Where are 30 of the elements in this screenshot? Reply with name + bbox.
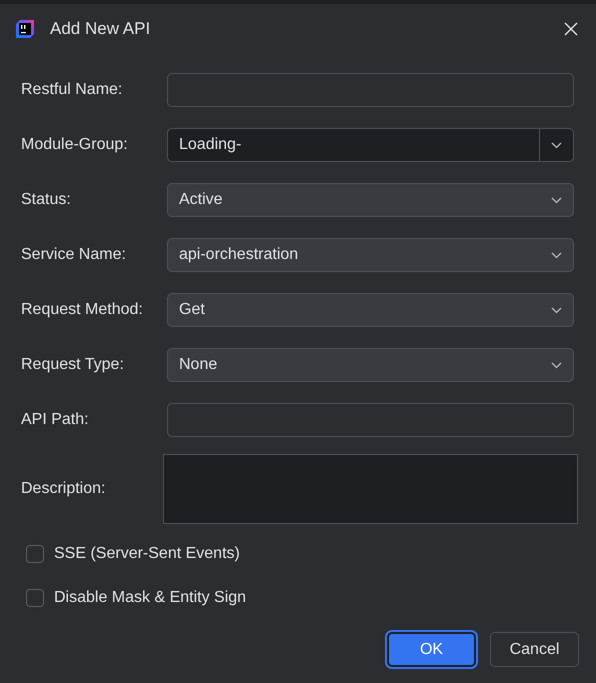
chevron-down-icon bbox=[551, 142, 562, 148]
input-field[interactable] bbox=[167, 73, 574, 107]
field-label: Module-Group: bbox=[21, 136, 129, 154]
chevron-down-icon bbox=[551, 196, 562, 204]
dropdown[interactable]: Get bbox=[167, 293, 574, 327]
dropdown[interactable]: api-orchestration bbox=[167, 238, 574, 272]
field-label: Restful Name: bbox=[21, 81, 124, 99]
dropdown[interactable]: None bbox=[167, 348, 574, 382]
checkbox[interactable] bbox=[26, 545, 44, 563]
checkbox[interactable] bbox=[26, 589, 44, 607]
input-field[interactable] bbox=[167, 403, 574, 437]
chevron-down-icon bbox=[551, 306, 562, 314]
cancel-button[interactable]: Cancel bbox=[490, 632, 579, 667]
field-label: API Path: bbox=[21, 411, 90, 429]
chevron-down-icon bbox=[551, 252, 562, 258]
window-title: Add New API bbox=[50, 19, 152, 39]
combo-box[interactable]: Loading- bbox=[167, 128, 574, 162]
field-label: Status: bbox=[21, 191, 72, 209]
checkbox-label[interactable]: SSE (Server-Sent Events) bbox=[54, 545, 240, 563]
field-label: Description: bbox=[21, 480, 106, 498]
field-label: Request Type: bbox=[21, 356, 125, 374]
close-icon[interactable] bbox=[564, 22, 578, 36]
checkbox-label[interactable]: Disable Mask & Entity Sign bbox=[54, 589, 246, 607]
dropdown[interactable]: Active bbox=[167, 183, 574, 217]
chevron-down-icon bbox=[551, 362, 562, 368]
ok-button[interactable]: OK bbox=[387, 632, 476, 667]
app-logo-icon bbox=[14, 18, 36, 40]
text-area[interactable] bbox=[163, 454, 578, 524]
field-label: Service Name: bbox=[21, 246, 127, 264]
field-label: Request Method: bbox=[21, 301, 144, 319]
